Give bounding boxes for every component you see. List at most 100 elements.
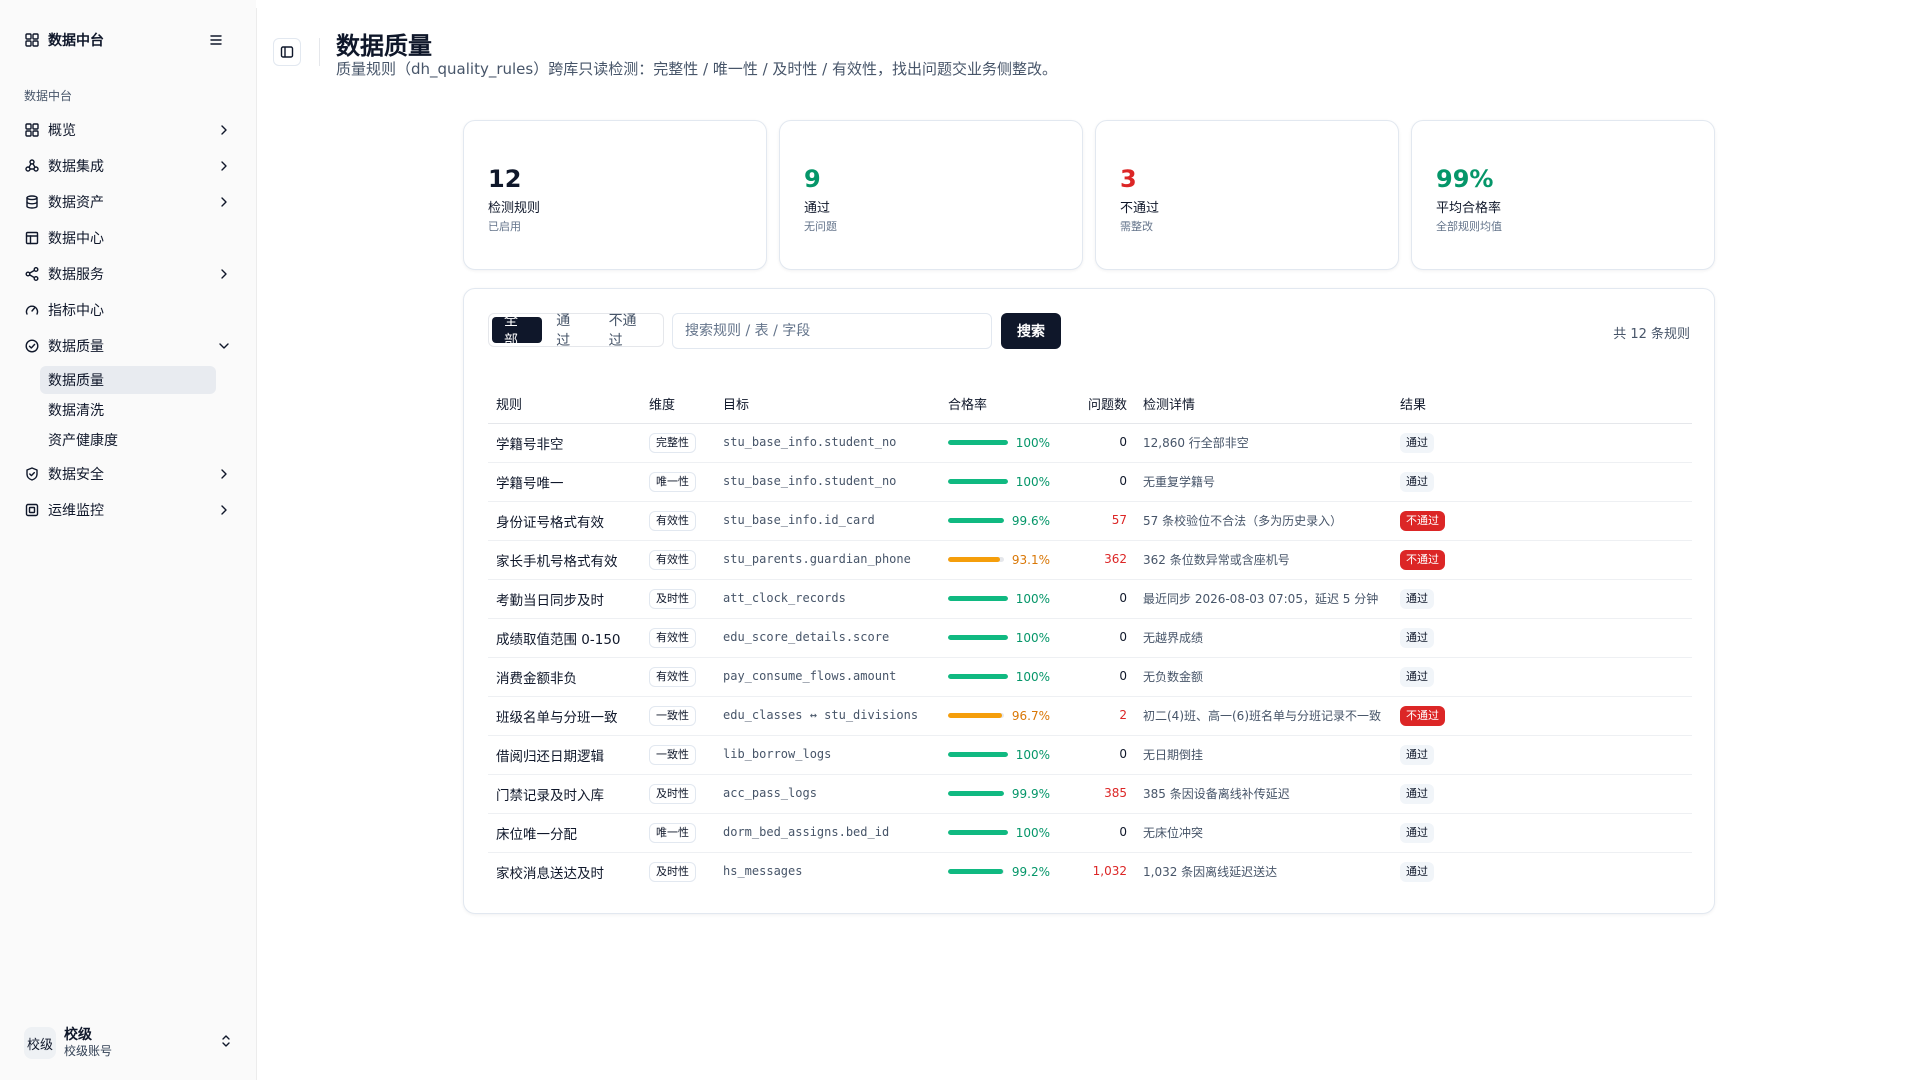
avatar: 校级 — [24, 1027, 56, 1059]
user-name: 校级 — [64, 1027, 92, 1043]
pass-rate-bar — [948, 440, 1008, 445]
stat-card: 99% 平均合格率 全部规则均值 — [1411, 120, 1715, 270]
check-detail: 1,032 条因离线延迟送达 — [1143, 865, 1278, 880]
gauge-icon — [24, 302, 40, 318]
sidebar-item[interactable]: 数据服务 — [16, 256, 240, 292]
pass-rate-text: 100% — [1015, 669, 1050, 684]
rule-target: edu_classes ↔ stu_divisions — [723, 708, 919, 722]
column-header: 合格率 — [940, 385, 1058, 424]
result-badge: 通过 — [1400, 783, 1434, 804]
pass-rate-bar-fill — [948, 479, 1008, 484]
table-row[interactable]: 考勤当日同步及时 及时性 att_clock_records 100% 0 最近同步 20… — [488, 579, 1692, 619]
pass-rate: 100% — [948, 670, 1050, 684]
issue-count: 0 — [1119, 435, 1127, 449]
rule-target: stu_base_info.student_no — [723, 435, 897, 449]
rule-name: 班级名单与分班一致 — [496, 709, 618, 726]
sidebar-subitem[interactable]: 数据清洗 — [40, 396, 216, 424]
check-detail: 无负数金额 — [1143, 670, 1204, 684]
pass-rate: 99.6% — [948, 514, 1050, 528]
result-badge: 不通过 — [1400, 705, 1445, 726]
search-button[interactable]: 搜索 — [1001, 313, 1061, 349]
chevrons-up-down-icon — [218, 1033, 234, 1053]
check-detail: 12,860 行全部非空 — [1143, 436, 1249, 450]
pass-rate-bar — [948, 518, 1004, 523]
pass-rate-bar — [948, 557, 1004, 562]
table-row[interactable]: 身份证号格式有效 有效性 stu_base_info.id_card 99.6% 57 5… — [488, 501, 1692, 541]
dimension-tag: 及时性 — [649, 588, 696, 609]
filter-tab[interactable]: 全部 — [492, 313, 543, 349]
monitor-icon — [24, 502, 40, 518]
table-row[interactable]: 班级名单与分班一致 一致性 edu_classes ↔ stu_divisions 9… — [488, 696, 1692, 736]
page-description: 质量规则（dh_quality_rules）跨库只读检测：完整性 / 唯一性 /… — [336, 60, 1057, 78]
dimension-tag: 唯一性 — [649, 471, 696, 492]
sidebar-item[interactable]: 数据安全 — [16, 456, 240, 492]
user-switcher[interactable]: 校级 校级 校级账号 — [24, 1025, 234, 1061]
stats-row: 12 检测规则 已启用 9 通过 无问题 3 不通过 需整改 99% 平均合格率 全部规则均值 — [463, 120, 1715, 270]
sidebar-subitem[interactable]: 资产健康度 — [40, 426, 216, 454]
stat-value: 99% — [1436, 165, 1494, 193]
pass-rate-bar — [948, 713, 1004, 718]
pass-rate: 100% — [948, 436, 1050, 450]
sidebar-menu-button[interactable] — [204, 30, 228, 50]
toggle-sidebar-button[interactable] — [273, 38, 301, 66]
total-count: 共 12 条规则 — [1613, 327, 1690, 342]
sidebar-subitem[interactable]: 数据质量 — [40, 366, 216, 394]
pass-rate-text: 100% — [1015, 474, 1050, 489]
pass-rate-text: 100% — [1015, 591, 1050, 606]
pass-rate-bar-fill — [948, 791, 1004, 796]
share-icon — [24, 266, 40, 282]
column-header: 规则 — [488, 385, 641, 424]
sidebar-item[interactable]: 指标中心 — [16, 292, 240, 328]
stat-card: 9 通过 无问题 — [779, 120, 1083, 270]
stat-value: 3 — [1120, 165, 1137, 193]
table-row[interactable]: 消费金额非负 有效性 pay_consume_flows.amount 100% 0 无负… — [488, 657, 1692, 697]
filter-tab[interactable]: 不通过 — [597, 313, 660, 349]
sidebar-item-label: 指标中心 — [48, 303, 104, 319]
sidebar-item-label: 运维监控 — [48, 503, 104, 519]
pass-rate: 99.9% — [948, 787, 1050, 801]
chevron-right-icon — [216, 266, 232, 282]
stat-value: 9 — [804, 165, 821, 193]
stat-hint: 无问题 — [804, 220, 837, 233]
sidebar-item[interactable]: 数据质量 — [16, 328, 240, 364]
sidebar-item[interactable]: 数据资产 — [16, 184, 240, 220]
pass-rate-text: 93.1% — [1011, 552, 1050, 567]
table-row[interactable]: 床位唯一分配 唯一性 dorm_bed_assigns.bed_id 100% 0 无床位… — [488, 813, 1692, 853]
dimension-tag: 有效性 — [649, 627, 696, 648]
table-row[interactable]: 学籍号非空 完整性 stu_base_info.student_no 100% 0 12,… — [488, 423, 1692, 463]
dimension-tag: 唯一性 — [649, 822, 696, 843]
issue-count: 0 — [1119, 825, 1127, 839]
rule-name: 考勤当日同步及时 — [496, 592, 604, 609]
pass-rate: 100% — [948, 631, 1050, 645]
table-row[interactable]: 家长手机号格式有效 有效性 stu_parents.guardian_phone 93… — [488, 540, 1692, 580]
pass-rate-bar — [948, 830, 1008, 835]
pass-rate-bar-fill — [948, 869, 1004, 875]
sidebar-item[interactable]: 数据集成 — [16, 148, 240, 184]
pass-rate-text: 100% — [1015, 435, 1050, 450]
pass-rate-text: 100% — [1015, 825, 1050, 840]
result-badge: 不通过 — [1400, 510, 1445, 531]
check-detail: 无越界成绩 — [1143, 631, 1204, 645]
sidebar-item-label: 数据资产 — [48, 195, 104, 211]
sidebar-item-label: 数据服务 — [48, 267, 104, 283]
sidebar-item-label: 概览 — [48, 123, 76, 139]
table-row[interactable]: 家校消息送达及时 及时性 hs_messages 99.2% 1,032 1,032 条因… — [488, 852, 1692, 891]
pass-rate-bar — [948, 635, 1008, 640]
table-row[interactable]: 成绩取值范围 0-150 有效性 edu_score_details.score 10… — [488, 618, 1692, 658]
pass-rate: 100% — [948, 475, 1050, 489]
pass-rate-bar — [948, 674, 1008, 679]
table-row[interactable]: 学籍号唯一 唯一性 stu_base_info.student_no 100% 0 无重复… — [488, 462, 1692, 502]
check-detail: 无重复学籍号 — [1143, 475, 1216, 489]
filter-tab[interactable]: 通过 — [544, 313, 594, 349]
check-detail: 385 条因设备离线补传延迟 — [1143, 787, 1290, 801]
table-row[interactable]: 门禁记录及时入库 及时性 acc_pass_logs 99.9% 385 385 条因设备… — [488, 774, 1692, 814]
dimension-tag: 一致性 — [649, 705, 696, 726]
sidebar-item[interactable]: 数据中心 — [16, 220, 240, 256]
brand[interactable]: 数据中台 — [24, 30, 104, 50]
result-badge: 通过 — [1400, 822, 1434, 843]
sidebar-item[interactable]: 概览 — [16, 112, 240, 148]
sidebar-item[interactable]: 运维监控 — [16, 492, 240, 528]
table-row[interactable]: 借阅归还日期逻辑 一致性 lib_borrow_logs 100% 0 无日期倒挂 通过 — [488, 735, 1692, 775]
pass-rate: 99.2% — [948, 865, 1050, 879]
search-input[interactable] — [672, 313, 992, 349]
